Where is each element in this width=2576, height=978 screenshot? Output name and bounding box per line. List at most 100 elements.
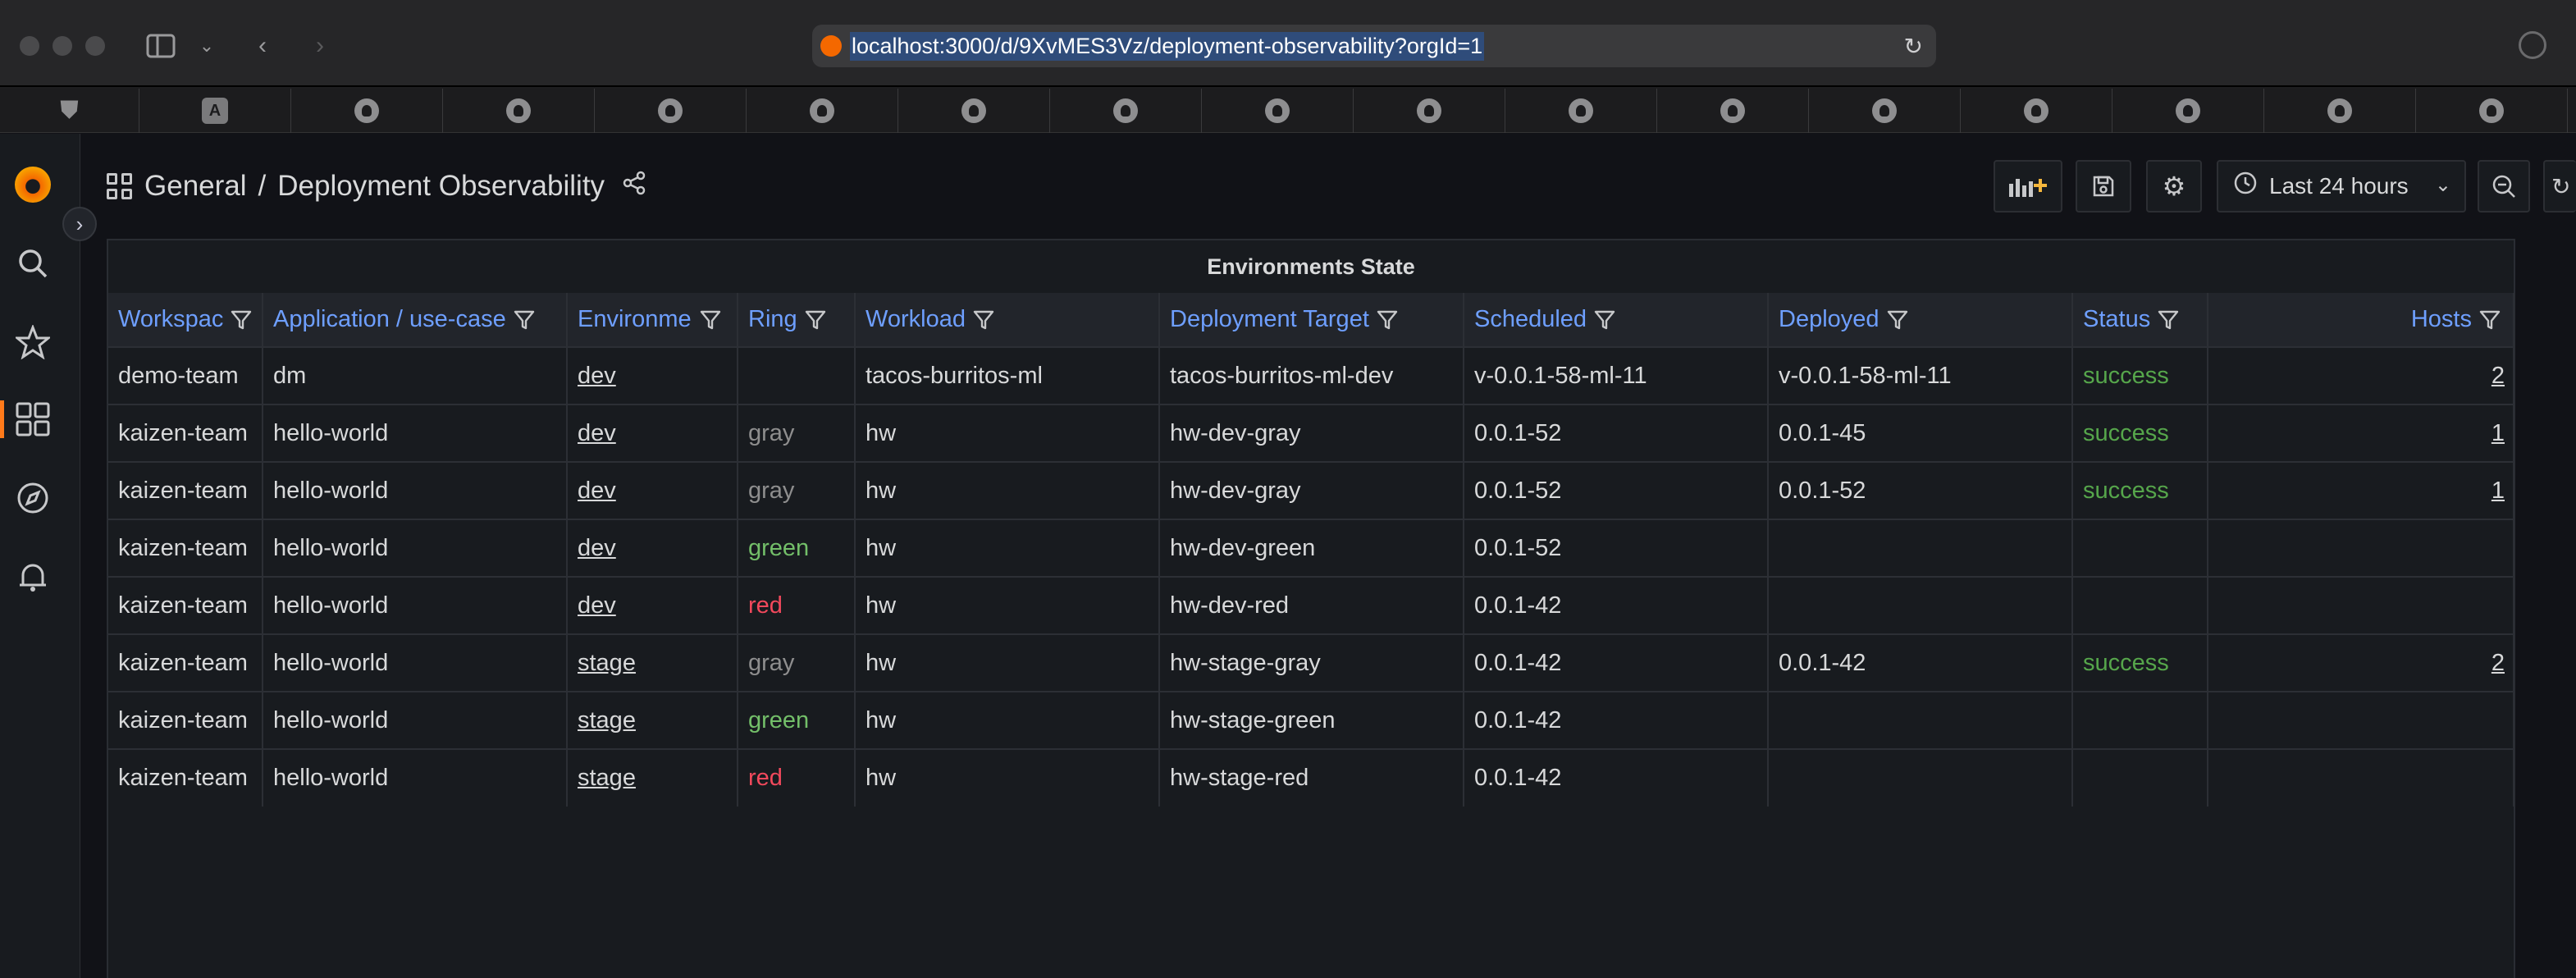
column-header-deployed[interactable]: Deployed — [1768, 293, 2073, 347]
column-header-scheduled[interactable]: Scheduled — [1464, 293, 1769, 347]
breadcrumb-folder[interactable]: General — [144, 170, 247, 203]
bookmark-github[interactable] — [1050, 89, 1202, 133]
filter-icon[interactable] — [692, 306, 722, 332]
column-header-ring[interactable]: Ring — [738, 293, 856, 347]
target-value: hw-stage-red — [1170, 765, 1309, 791]
panel-title[interactable]: Environments State — [108, 240, 2514, 293]
column-header-label: Workspac — [118, 306, 224, 333]
bookmark-a[interactable]: A — [139, 89, 291, 133]
bookmark-github[interactable] — [747, 89, 898, 133]
hosts-value[interactable]: 2 — [2492, 650, 2505, 676]
maximize-window-button[interactable] — [85, 36, 105, 56]
back-icon[interactable]: ‹ — [246, 30, 279, 62]
cell-environment[interactable]: stage — [567, 633, 738, 692]
bookmark-github[interactable] — [898, 89, 1050, 133]
column-header-hosts[interactable]: Hosts — [2208, 293, 2514, 347]
bookmark-github[interactable] — [1354, 89, 1505, 133]
bookmark-github[interactable] — [595, 89, 747, 133]
cell-hosts[interactable]: 2 — [2208, 633, 2514, 692]
filter-icon[interactable] — [797, 306, 827, 332]
environment-value[interactable]: dev — [578, 478, 616, 504]
filter-icon[interactable] — [1587, 306, 1616, 332]
chevron-down-icon[interactable]: ⌄ — [190, 30, 223, 62]
column-header-target[interactable]: Deployment Target — [1159, 293, 1464, 347]
filter-icon[interactable] — [2472, 306, 2501, 332]
bookmark-github[interactable] — [2112, 89, 2264, 133]
cell-environment[interactable]: dev — [567, 461, 738, 519]
cell-environment[interactable]: dev — [567, 519, 738, 577]
refresh-button[interactable]: ↻ — [2543, 160, 2576, 213]
bookmark-github[interactable] — [1657, 89, 1809, 133]
cell-hosts[interactable] — [2208, 691, 2514, 749]
bookmark-github[interactable] — [1202, 89, 1354, 133]
alerting-bell-icon[interactable] — [15, 559, 51, 595]
column-header-workspace[interactable]: Workspac — [108, 293, 263, 347]
downloads-icon[interactable] — [2519, 31, 2546, 59]
environment-value[interactable]: dev — [578, 363, 616, 389]
add-panel-button[interactable] — [1994, 160, 2062, 213]
cell-scheduled: 0.0.1-42 — [1464, 691, 1769, 749]
grafana-logo-icon[interactable] — [15, 167, 51, 203]
column-header-status[interactable]: Status — [2072, 293, 2208, 347]
page-title[interactable]: Deployment Observability — [277, 170, 605, 203]
settings-button[interactable]: ⚙ — [2146, 160, 2202, 213]
cell-workspace: kaizen-team — [108, 461, 263, 519]
filter-icon[interactable] — [223, 306, 253, 332]
dashboards-icon[interactable] — [15, 401, 51, 437]
cell-environment[interactable]: stage — [567, 748, 738, 807]
explore-icon[interactable] — [15, 480, 51, 516]
address-bar[interactable]: localhost:3000/d/9XvMES3Vz/deployment-ob… — [812, 25, 1936, 67]
cell-hosts[interactable]: 1 — [2208, 461, 2514, 519]
filter-icon[interactable] — [966, 306, 995, 332]
hosts-value[interactable]: 2 — [2492, 363, 2505, 389]
cell-environment[interactable]: stage — [567, 691, 738, 749]
time-range-picker[interactable]: Last 24 hours ⌄ — [2217, 160, 2466, 213]
reload-icon[interactable]: ↻ — [1904, 33, 1923, 60]
environment-value[interactable]: dev — [578, 535, 616, 561]
hosts-value[interactable]: 1 — [2492, 478, 2505, 504]
environment-value[interactable]: stage — [578, 765, 636, 791]
cell-hosts[interactable] — [2208, 519, 2514, 577]
hosts-value[interactable]: 1 — [2492, 420, 2505, 446]
column-header-environment[interactable]: Environmer — [567, 293, 738, 347]
minimize-window-button[interactable] — [53, 36, 72, 56]
bookmark-github[interactable] — [291, 89, 443, 133]
environment-value[interactable]: stage — [578, 707, 636, 734]
filter-icon[interactable] — [2150, 306, 2180, 332]
bookmark-github[interactable] — [1505, 89, 1657, 133]
bookmark-shield[interactable]: ⛊ — [0, 89, 139, 133]
cell-environment[interactable]: dev — [567, 404, 738, 462]
cell-status: success — [2072, 461, 2208, 519]
cell-hosts[interactable] — [2208, 748, 2514, 807]
bookmark-github[interactable] — [2264, 89, 2416, 133]
column-header-application[interactable]: Application / use-case — [263, 293, 568, 347]
starred-icon[interactable] — [15, 324, 51, 360]
expand-sidebar-chevron-icon[interactable]: › — [62, 207, 97, 241]
cell-environment[interactable]: dev — [567, 346, 738, 404]
environment-value[interactable]: dev — [578, 420, 616, 446]
application-value: hello-world — [273, 706, 389, 734]
environment-value[interactable]: dev — [578, 592, 616, 619]
cell-hosts[interactable] — [2208, 576, 2514, 634]
forward-icon[interactable]: › — [304, 30, 336, 62]
close-window-button[interactable] — [20, 36, 39, 56]
sidebar-toggle-icon[interactable] — [144, 30, 177, 62]
cell-environment[interactable]: dev — [567, 576, 738, 634]
search-icon[interactable] — [15, 245, 51, 281]
filter-icon[interactable] — [1879, 306, 1909, 332]
cell-hosts[interactable]: 2 — [2208, 346, 2514, 404]
cell-target: hw-dev-green — [1159, 519, 1464, 577]
bookmark-github[interactable] — [2416, 89, 2568, 133]
zoom-out-button[interactable] — [2478, 160, 2530, 213]
filter-icon[interactable] — [1369, 306, 1399, 332]
column-header-workload[interactable]: Workload — [855, 293, 1160, 347]
save-dashboard-button[interactable] — [2076, 160, 2131, 213]
cell-hosts[interactable]: 1 — [2208, 404, 2514, 462]
share-icon[interactable] — [621, 170, 647, 203]
filter-icon[interactable] — [506, 306, 536, 332]
bookmark-github[interactable] — [443, 89, 595, 133]
bookmark-github[interactable] — [1961, 89, 2112, 133]
bookmark-github[interactable] — [1809, 89, 1961, 133]
environment-value[interactable]: stage — [578, 650, 636, 676]
workload-value: hw — [866, 649, 897, 676]
